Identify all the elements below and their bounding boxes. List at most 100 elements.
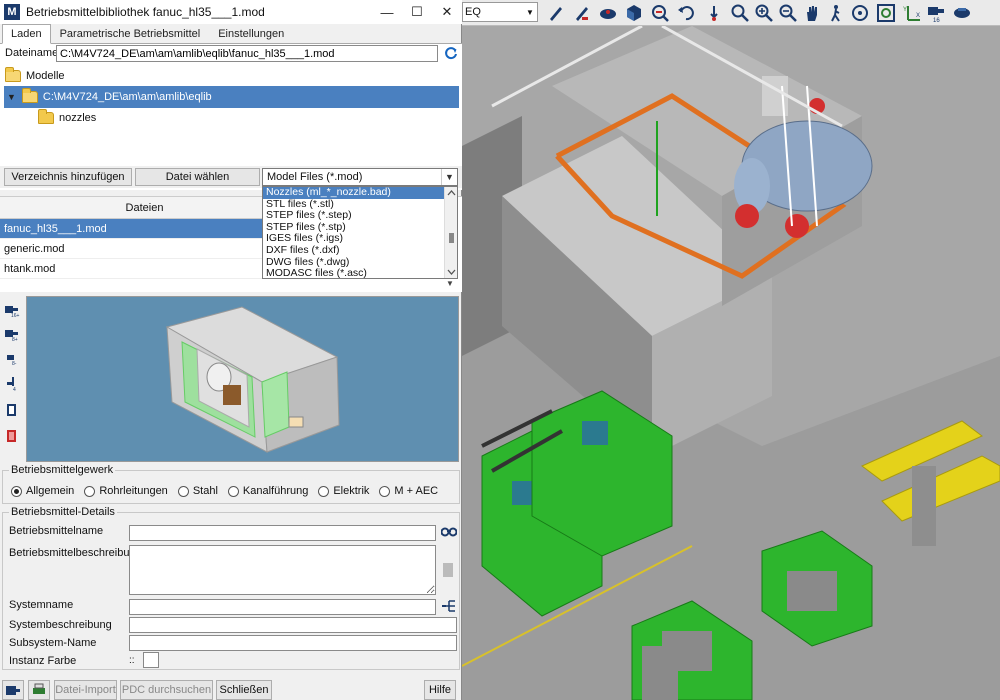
close-button[interactable]: Schließen: [216, 680, 272, 700]
close-window-button[interactable]: ✕: [432, 0, 462, 24]
radio-elektrik[interactable]: Elektrik: [318, 485, 369, 497]
expand-arrow-icon[interactable]: ▼: [7, 92, 16, 102]
box-view-icon[interactable]: [4, 402, 20, 418]
radio-label: Kanalführung: [242, 485, 309, 497]
subsystem-name-label: Subsystem-Name: [9, 637, 97, 649]
filter-option[interactable]: DXF files (*.dxf): [263, 244, 457, 257]
zoom-out-icon[interactable]: [778, 3, 798, 23]
instance-color-swatch[interactable]: [143, 652, 159, 668]
svg-text:X: X: [916, 13, 920, 19]
zoom-icon[interactable]: [730, 3, 750, 23]
folder-open-icon: [5, 67, 21, 82]
system-name-input[interactable]: [129, 599, 436, 615]
filter-option[interactable]: Nozzles (ml_*_nozzle.bad): [263, 186, 457, 199]
app-icon: M: [4, 4, 20, 20]
file-row[interactable]: fanuc_hl35___1.mod: [0, 219, 290, 239]
tree-node-nozzles[interactable]: nozzles: [38, 108, 96, 128]
equipment-description-input[interactable]: [129, 545, 436, 595]
tab-settings[interactable]: Einstellungen: [209, 25, 293, 43]
hierarchy-icon[interactable]: [441, 599, 457, 613]
filename-label: Dateiname: [5, 47, 59, 59]
svg-text:Y: Y: [903, 7, 907, 13]
zoom-area-icon[interactable]: [650, 3, 670, 23]
pdc-search-button[interactable]: PDC durchsuchen: [120, 680, 213, 700]
file-row[interactable]: htank.mod: [0, 259, 290, 279]
lod-16-view-icon[interactable]: 16: [926, 3, 946, 23]
add-directory-button[interactable]: Verzeichnis hinzufügen: [4, 168, 132, 186]
printer-icon: [33, 683, 45, 694]
walk-icon[interactable]: [826, 3, 846, 23]
lod-16-icon[interactable]: 16+: [4, 302, 20, 318]
refresh-icon[interactable]: [444, 46, 458, 60]
lod-4-icon[interactable]: 4: [4, 376, 20, 392]
radio-label: Elektrik: [333, 485, 370, 497]
maximize-button[interactable]: ☐: [402, 0, 432, 24]
pan-hand-icon[interactable]: [802, 3, 822, 23]
radio-m-aec[interactable]: M + AEC: [379, 485, 438, 497]
binoculars-icon[interactable]: [441, 525, 457, 537]
file-filter-dropdown[interactable]: Nozzles (ml_*_nozzle.bad) STL files (*.s…: [262, 186, 458, 279]
zoom-in-icon[interactable]: [754, 3, 774, 23]
radio-unchecked-icon: [379, 485, 391, 497]
file-filter-select[interactable]: Model Files (*.mod) ▼: [262, 168, 458, 186]
svg-text:4: 4: [13, 387, 16, 392]
axes-icon[interactable]: YX: [902, 3, 922, 23]
radio-checked-icon: [11, 485, 22, 497]
load-button-row: Verzeichnis hinzufügen Datei wählen Mode…: [0, 166, 462, 188]
cube-icon[interactable]: [624, 3, 644, 23]
fit-view-icon[interactable]: [876, 3, 896, 23]
tab-bar: Laden Parametrische Betriebsmittel Einst…: [0, 24, 462, 44]
radio-stahl[interactable]: Stahl: [177, 485, 218, 497]
radio-kanalfuehrung[interactable]: Kanalführung: [227, 485, 309, 497]
color-view-icon[interactable]: [4, 428, 20, 444]
import-icon-button[interactable]: [2, 680, 24, 700]
system-description-input[interactable]: [129, 617, 457, 633]
choose-file-button[interactable]: Datei wählen: [135, 168, 260, 186]
equipment-description-label: Betriebsmittelbeschreibung: [9, 547, 142, 559]
view-mode-select[interactable]: EQ ▼: [462, 2, 538, 22]
radio-unchecked-icon: [177, 485, 189, 497]
rotate-icon[interactable]: [850, 3, 870, 23]
svg-text:16: 16: [933, 18, 940, 23]
viewport-toolbar: EQ ▼ YX 16: [462, 0, 1000, 26]
lod-8-icon[interactable]: 8+: [4, 326, 20, 342]
radio-unchecked-icon: [318, 485, 330, 497]
filename-input[interactable]: [56, 45, 438, 62]
files-column-header[interactable]: Dateien: [0, 197, 290, 219]
radio-rohrleitungen[interactable]: Rohrleitungen: [84, 485, 168, 497]
undo-view-icon[interactable]: [676, 3, 696, 23]
chevron-down-icon[interactable]: ▼: [523, 3, 537, 21]
model-preview[interactable]: [26, 296, 459, 462]
dropdown-scrollbar[interactable]: [444, 187, 457, 278]
tree-node-eqlib[interactable]: ▼ C:\M4V724_DE\am\am\amlib\eqlib: [4, 86, 459, 108]
vehicle-icon[interactable]: [598, 3, 618, 23]
radio-allgemein[interactable]: Allgemein: [11, 485, 74, 497]
minimize-button[interactable]: —: [372, 0, 402, 24]
edit-pencil-icon[interactable]: [572, 3, 592, 23]
lathe-preview-image: [165, 306, 340, 453]
subsystem-name-input[interactable]: [129, 635, 457, 651]
tab-parametric-equipment[interactable]: Parametrische Betriebsmittel: [51, 25, 210, 43]
color-picker-icon[interactable]: ::: [129, 655, 135, 666]
tree-node-label: Modelle: [26, 70, 65, 82]
group-title: Betriebsmittelgewerk: [9, 464, 116, 476]
pencil-icon[interactable]: [546, 3, 566, 23]
print-icon-button[interactable]: [28, 680, 50, 700]
description-scrollbar[interactable]: [443, 563, 453, 577]
lod-8-minus-icon[interactable]: 8-: [4, 350, 20, 366]
tree-node-label: C:\M4V724_DE\am\am\amlib\eqlib: [42, 91, 212, 103]
scroll-down-icon[interactable]: ▼: [446, 279, 458, 291]
file-row[interactable]: generic.mod: [0, 239, 290, 259]
chevron-down-icon[interactable]: ▼: [441, 169, 457, 185]
plant-3d-scene[interactable]: [462, 26, 1000, 700]
3d-viewport[interactable]: EQ ▼ YX 16: [462, 0, 1000, 700]
equipment-name-input[interactable]: [129, 525, 436, 541]
tree-node-models[interactable]: Modelle: [5, 66, 65, 86]
system-name-label: Systemname: [9, 599, 74, 611]
file-import-button[interactable]: Datei-Import: [54, 680, 117, 700]
help-button[interactable]: Hilfe: [424, 680, 456, 700]
tab-laden[interactable]: Laden: [2, 24, 51, 44]
filter-option[interactable]: MODASC files (*.asc): [263, 268, 457, 280]
pointer-icon[interactable]: [706, 3, 726, 23]
vessel-icon[interactable]: [952, 3, 972, 23]
